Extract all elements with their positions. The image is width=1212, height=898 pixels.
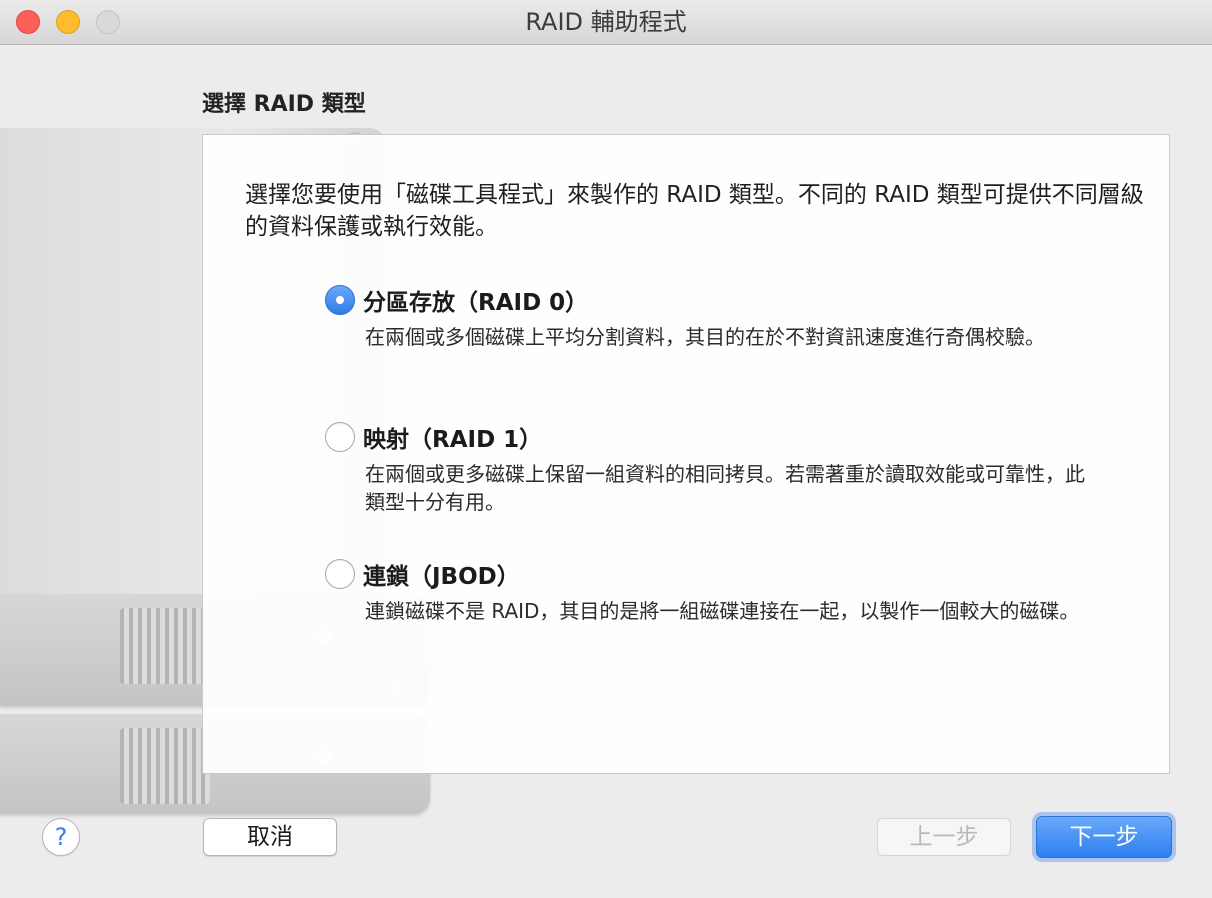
option-description: 連鎖磁碟不是 RAID，其目的是將一組磁碟連接在一起，以製作一個較大的磁碟。 <box>365 599 1080 623</box>
help-button[interactable]: ? <box>42 818 80 856</box>
option-label[interactable]: 映射（RAID 1） <box>363 420 542 454</box>
raid-type-panel: 選擇您要使用「磁碟工具程式」來製作的 RAID 類型。不同的 RAID 類型可提… <box>202 134 1170 774</box>
window-title: RAID 輔助程式 <box>525 8 687 36</box>
option-description: 在兩個或更多磁碟上保留一組資料的相同拷貝。若需著重於讀取效能或可靠性，此類型十分… <box>365 462 1085 514</box>
raid-assistant-window: RAID 輔助程式 選擇 RAID 類型 選擇您要使用「磁碟工具程式」來製作的 … <box>0 0 1212 898</box>
radio-button-selected[interactable] <box>325 285 355 315</box>
vent-grille <box>120 608 210 684</box>
option-label[interactable]: 分區存放（RAID 0） <box>363 283 588 317</box>
title-bar[interactable]: RAID 輔助程式 <box>0 0 1212 45</box>
next-button[interactable]: 下一步 <box>1036 816 1172 858</box>
intro-text: 選擇您要使用「磁碟工具程式」來製作的 RAID 類型。不同的 RAID 類型可提… <box>245 182 1144 240</box>
radio-button[interactable] <box>325 422 355 452</box>
page-title: 選擇 RAID 類型 <box>202 92 366 117</box>
option-label[interactable]: 連鎖（JBOD） <box>363 557 520 591</box>
vent-grille <box>120 728 210 804</box>
option-description: 在兩個或多個磁碟上平均分割資料，其目的在於不對資訊速度進行奇偶校驗。 <box>365 325 1045 349</box>
radio-button[interactable] <box>325 559 355 589</box>
back-button: 上一步 <box>877 818 1011 856</box>
cancel-button[interactable]: 取消 <box>203 818 337 856</box>
